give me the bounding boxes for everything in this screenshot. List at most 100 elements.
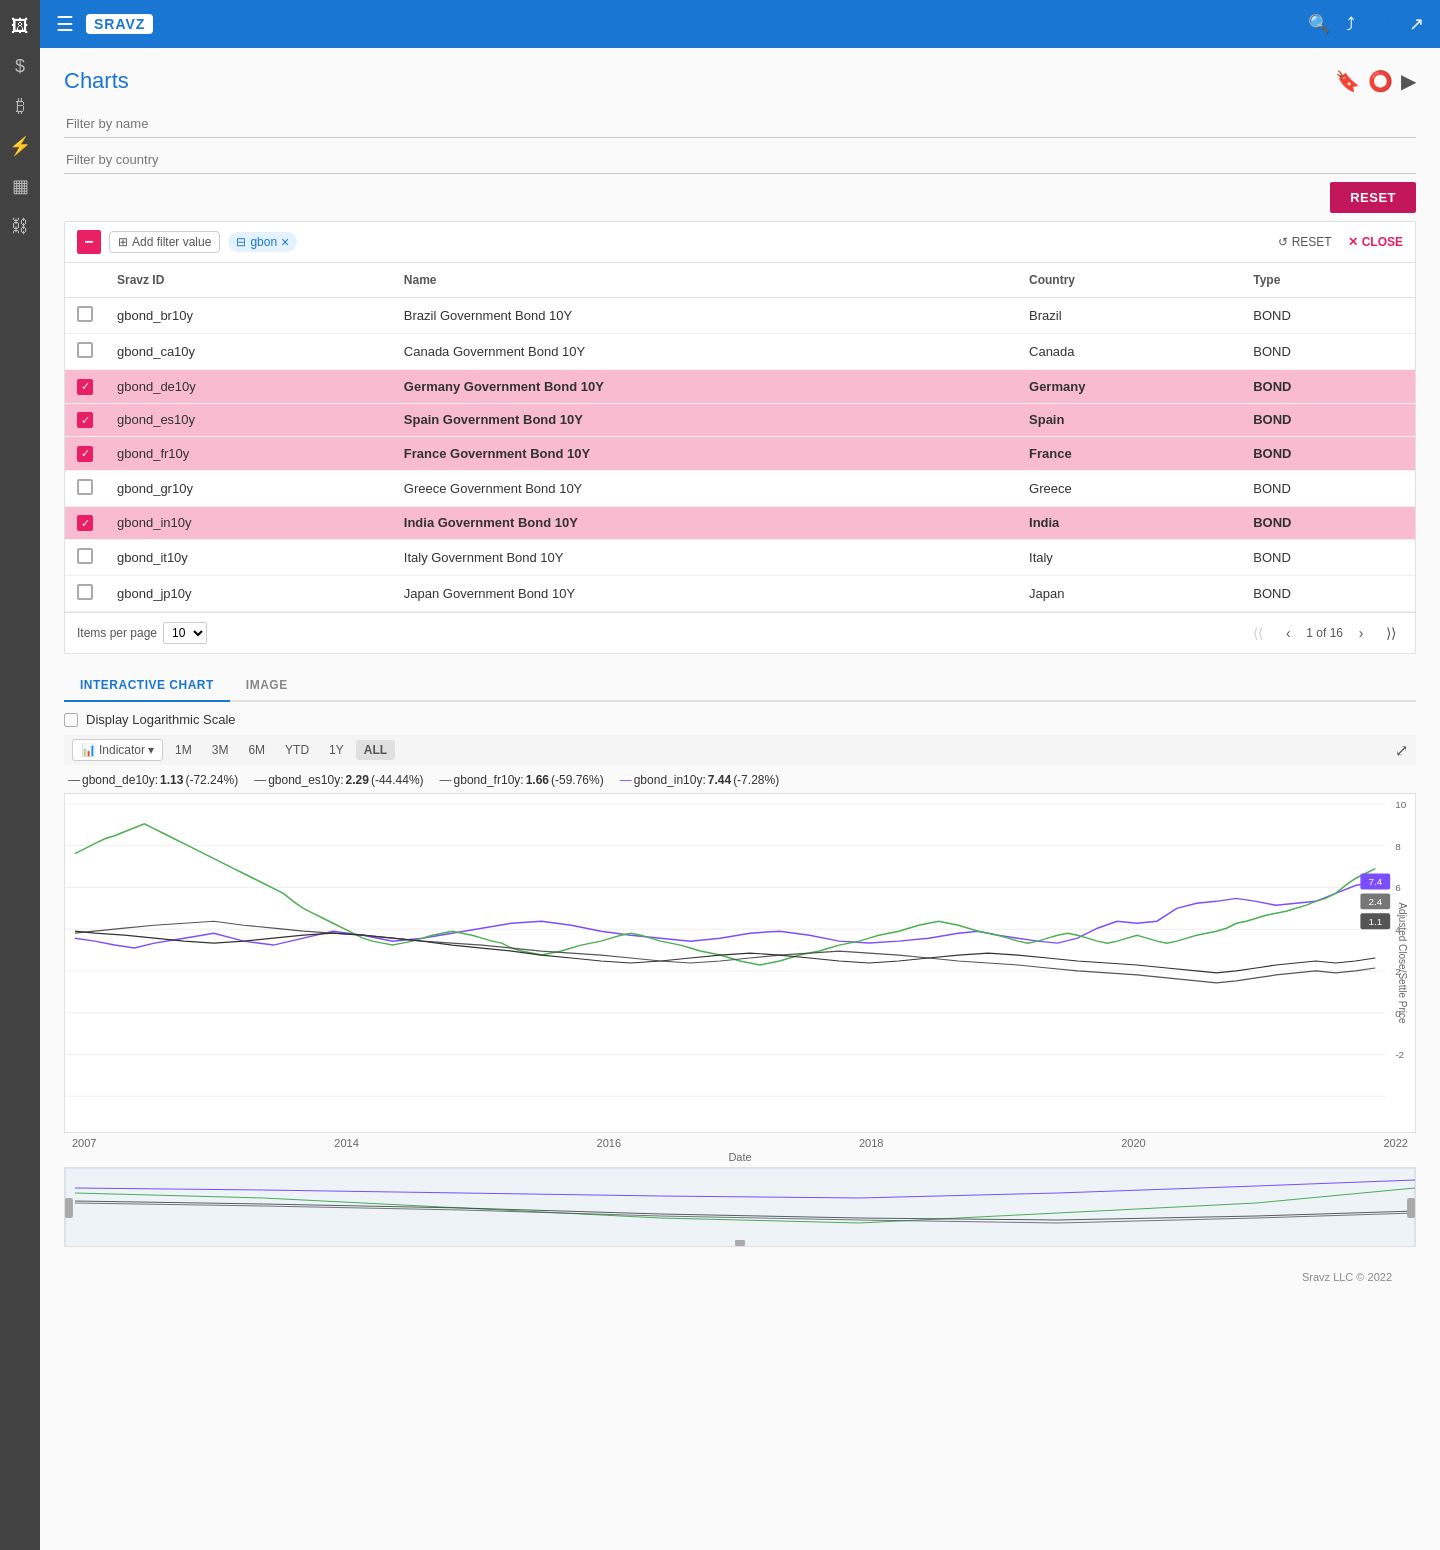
topbar-actions: 🔍 ⤴ 👤 ↗ — [1308, 13, 1424, 35]
export-icon[interactable]: ↗ — [1409, 13, 1424, 35]
cell-country: India — [1017, 506, 1241, 540]
indicator-chart-icon: 📊 — [81, 743, 96, 757]
filter-by-name-input[interactable] — [64, 110, 1416, 138]
table-row[interactable]: ✓ gbond_in10y India Government Bond 10Y … — [65, 506, 1415, 540]
row-checkbox[interactable] — [77, 479, 93, 495]
topbar: ☰ SRAVZ 🔍 ⤴ 👤 ↗ — [40, 0, 1440, 48]
refresh-icon: ↺ — [1278, 235, 1288, 249]
pagination-row: Items per page 10 25 50 ⟨⟨ ‹ 1 of 16 › ⟩… — [65, 612, 1415, 653]
table-row[interactable]: ✓ gbond_es10y Spain Government Bond 10Y … — [65, 403, 1415, 437]
sidebar-icon-analytics[interactable]: ⚡ — [2, 128, 38, 164]
last-page-button[interactable]: ⟩⟩ — [1379, 621, 1403, 645]
row-checkbox-cell[interactable] — [65, 298, 105, 334]
row-checkbox[interactable]: ✓ — [77, 515, 93, 531]
svg-text:1.1: 1.1 — [1368, 916, 1382, 927]
table-row[interactable]: gbond_br10y Brazil Government Bond 10Y B… — [65, 298, 1415, 334]
row-checkbox-cell[interactable]: ✓ — [65, 370, 105, 404]
log-scale-label[interactable]: Display Logarithmic Scale — [86, 712, 236, 727]
cell-country: Canada — [1017, 334, 1241, 370]
items-per-page-select[interactable]: 10 25 50 — [163, 622, 207, 644]
cell-country: Germany — [1017, 370, 1241, 404]
table-row[interactable]: ✓ gbond_fr10y France Government Bond 10Y… — [65, 437, 1415, 471]
sidebar-icon-image[interactable]: 🖼 — [2, 8, 38, 44]
sidebar-icon-bitcoin[interactable]: ₿ — [2, 88, 38, 124]
legend-dash-in: — — [620, 773, 632, 787]
row-checkbox[interactable]: ✓ — [77, 446, 93, 462]
table-row[interactable]: gbond_gr10y Greece Government Bond 10Y G… — [65, 470, 1415, 506]
row-checkbox-cell[interactable]: ✓ — [65, 437, 105, 471]
row-checkbox-cell[interactable] — [65, 576, 105, 612]
chart-legend: — gbond_de10y: 1.13 (-72.24%) — gbond_es… — [64, 773, 1416, 787]
row-checkbox-cell[interactable] — [65, 334, 105, 370]
bookmark-icon[interactable]: 🔖 — [1335, 69, 1360, 93]
toolbar-reset-button[interactable]: ↺ RESET — [1278, 235, 1332, 249]
page-header-icons: 🔖 ⭕ ▶ — [1335, 69, 1416, 93]
log-scale-checkbox[interactable] — [64, 713, 78, 727]
svg-text:8: 8 — [1395, 841, 1401, 852]
row-checkbox-cell[interactable] — [65, 470, 105, 506]
legend-val-de: 1.13 — [160, 773, 183, 787]
cell-type: BOND — [1241, 470, 1415, 506]
page-title: Charts — [64, 68, 129, 94]
share-icon[interactable]: ⤴ — [1346, 14, 1355, 35]
chart-expand-button[interactable]: ⤢ — [1395, 741, 1408, 760]
mini-chart-svg — [65, 1168, 1415, 1247]
sidebar-icon-barchart[interactable]: ▦ — [2, 168, 38, 204]
menu-icon[interactable]: ☰ — [56, 12, 74, 36]
filter-chip-remove-icon[interactable]: × — [281, 234, 289, 250]
toolbar-close-button[interactable]: ✕ CLOSE — [1348, 235, 1403, 249]
legend-item-in: — gbond_in10y: 7.44 (-7.28%) — [620, 773, 779, 787]
table-toolbar: − ⊞ Add filter value ⊟ gbon × ↺ RESET ✕ … — [65, 222, 1415, 263]
filter-add-icon: ⊞ — [118, 235, 128, 249]
row-checkbox-cell[interactable] — [65, 540, 105, 576]
table-row[interactable]: gbond_jp10y Japan Government Bond 10Y Ja… — [65, 576, 1415, 612]
table-row[interactable]: gbond_ca10y Canada Government Bond 10Y C… — [65, 334, 1415, 370]
account-icon[interactable]: 👤 — [1371, 13, 1393, 35]
tab-interactive-chart[interactable]: INTERACTIVE CHART — [64, 670, 230, 702]
chart-tabs: INTERACTIVE CHART IMAGE — [64, 670, 1416, 702]
deselect-all-icon[interactable]: − — [77, 230, 101, 254]
cell-sravz-id: gbond_fr10y — [105, 437, 392, 471]
page-info: 1 of 16 — [1306, 626, 1343, 640]
time-btn-1m[interactable]: 1M — [167, 740, 200, 760]
sidebar-icon-link[interactable]: ⛓ — [2, 208, 38, 244]
add-filter-button[interactable]: ⊞ Add filter value — [109, 231, 220, 253]
row-checkbox[interactable]: ✓ — [77, 412, 93, 428]
indicator-button[interactable]: 📊 Indicator ▾ — [72, 739, 163, 761]
sidebar-icon-dollar[interactable]: $ — [2, 48, 38, 84]
reset-button[interactable]: RESET — [1330, 182, 1416, 213]
next-page-button[interactable]: › — [1349, 621, 1373, 645]
row-checkbox[interactable] — [77, 584, 93, 600]
cell-sravz-id: gbond_jp10y — [105, 576, 392, 612]
table-row[interactable]: ✓ gbond_de10y Germany Government Bond 10… — [65, 370, 1415, 404]
cell-type: BOND — [1241, 334, 1415, 370]
time-btn-6m[interactable]: 6M — [240, 740, 273, 760]
y-axis-label: Adjusted Close/Settle Price — [1397, 902, 1408, 1023]
time-btn-1y[interactable]: 1Y — [321, 740, 352, 760]
chart-svg: 10 8 6 4 2 0 -2 7.4 2.4 1.1 — [65, 794, 1415, 1132]
row-checkbox[interactable] — [77, 342, 93, 358]
col-header-sravz-id: Sravz ID — [105, 263, 392, 298]
time-btn-all[interactable]: ALL — [356, 740, 395, 760]
table-row[interactable]: gbond_it10y Italy Government Bond 10Y It… — [65, 540, 1415, 576]
row-checkbox[interactable] — [77, 306, 93, 322]
prev-page-button[interactable]: ‹ — [1276, 621, 1300, 645]
row-checkbox[interactable] — [77, 548, 93, 564]
video-icon[interactable]: ▶ — [1401, 69, 1416, 93]
time-btn-3m[interactable]: 3M — [204, 740, 237, 760]
row-checkbox-cell[interactable]: ✓ — [65, 506, 105, 540]
search-icon[interactable]: 🔍 — [1308, 13, 1330, 35]
data-table: Sravz ID Name Country Type gbond_br10y B… — [65, 263, 1415, 612]
github-icon[interactable]: ⭕ — [1368, 69, 1393, 93]
x-axis-date-label: Date — [64, 1151, 1416, 1163]
cell-sravz-id: gbond_it10y — [105, 540, 392, 576]
filter-by-country-input[interactable] — [64, 146, 1416, 174]
tab-image[interactable]: IMAGE — [230, 670, 304, 702]
mini-chart-area — [64, 1167, 1416, 1247]
row-checkbox[interactable]: ✓ — [77, 379, 93, 395]
time-btn-ytd[interactable]: YTD — [277, 740, 317, 760]
chart-area: 10 8 6 4 2 0 -2 7.4 2.4 1.1 Adjusted Clo — [64, 793, 1416, 1133]
first-page-button[interactable]: ⟨⟨ — [1246, 621, 1270, 645]
row-checkbox-cell[interactable]: ✓ — [65, 403, 105, 437]
select-all-header[interactable] — [65, 263, 105, 298]
